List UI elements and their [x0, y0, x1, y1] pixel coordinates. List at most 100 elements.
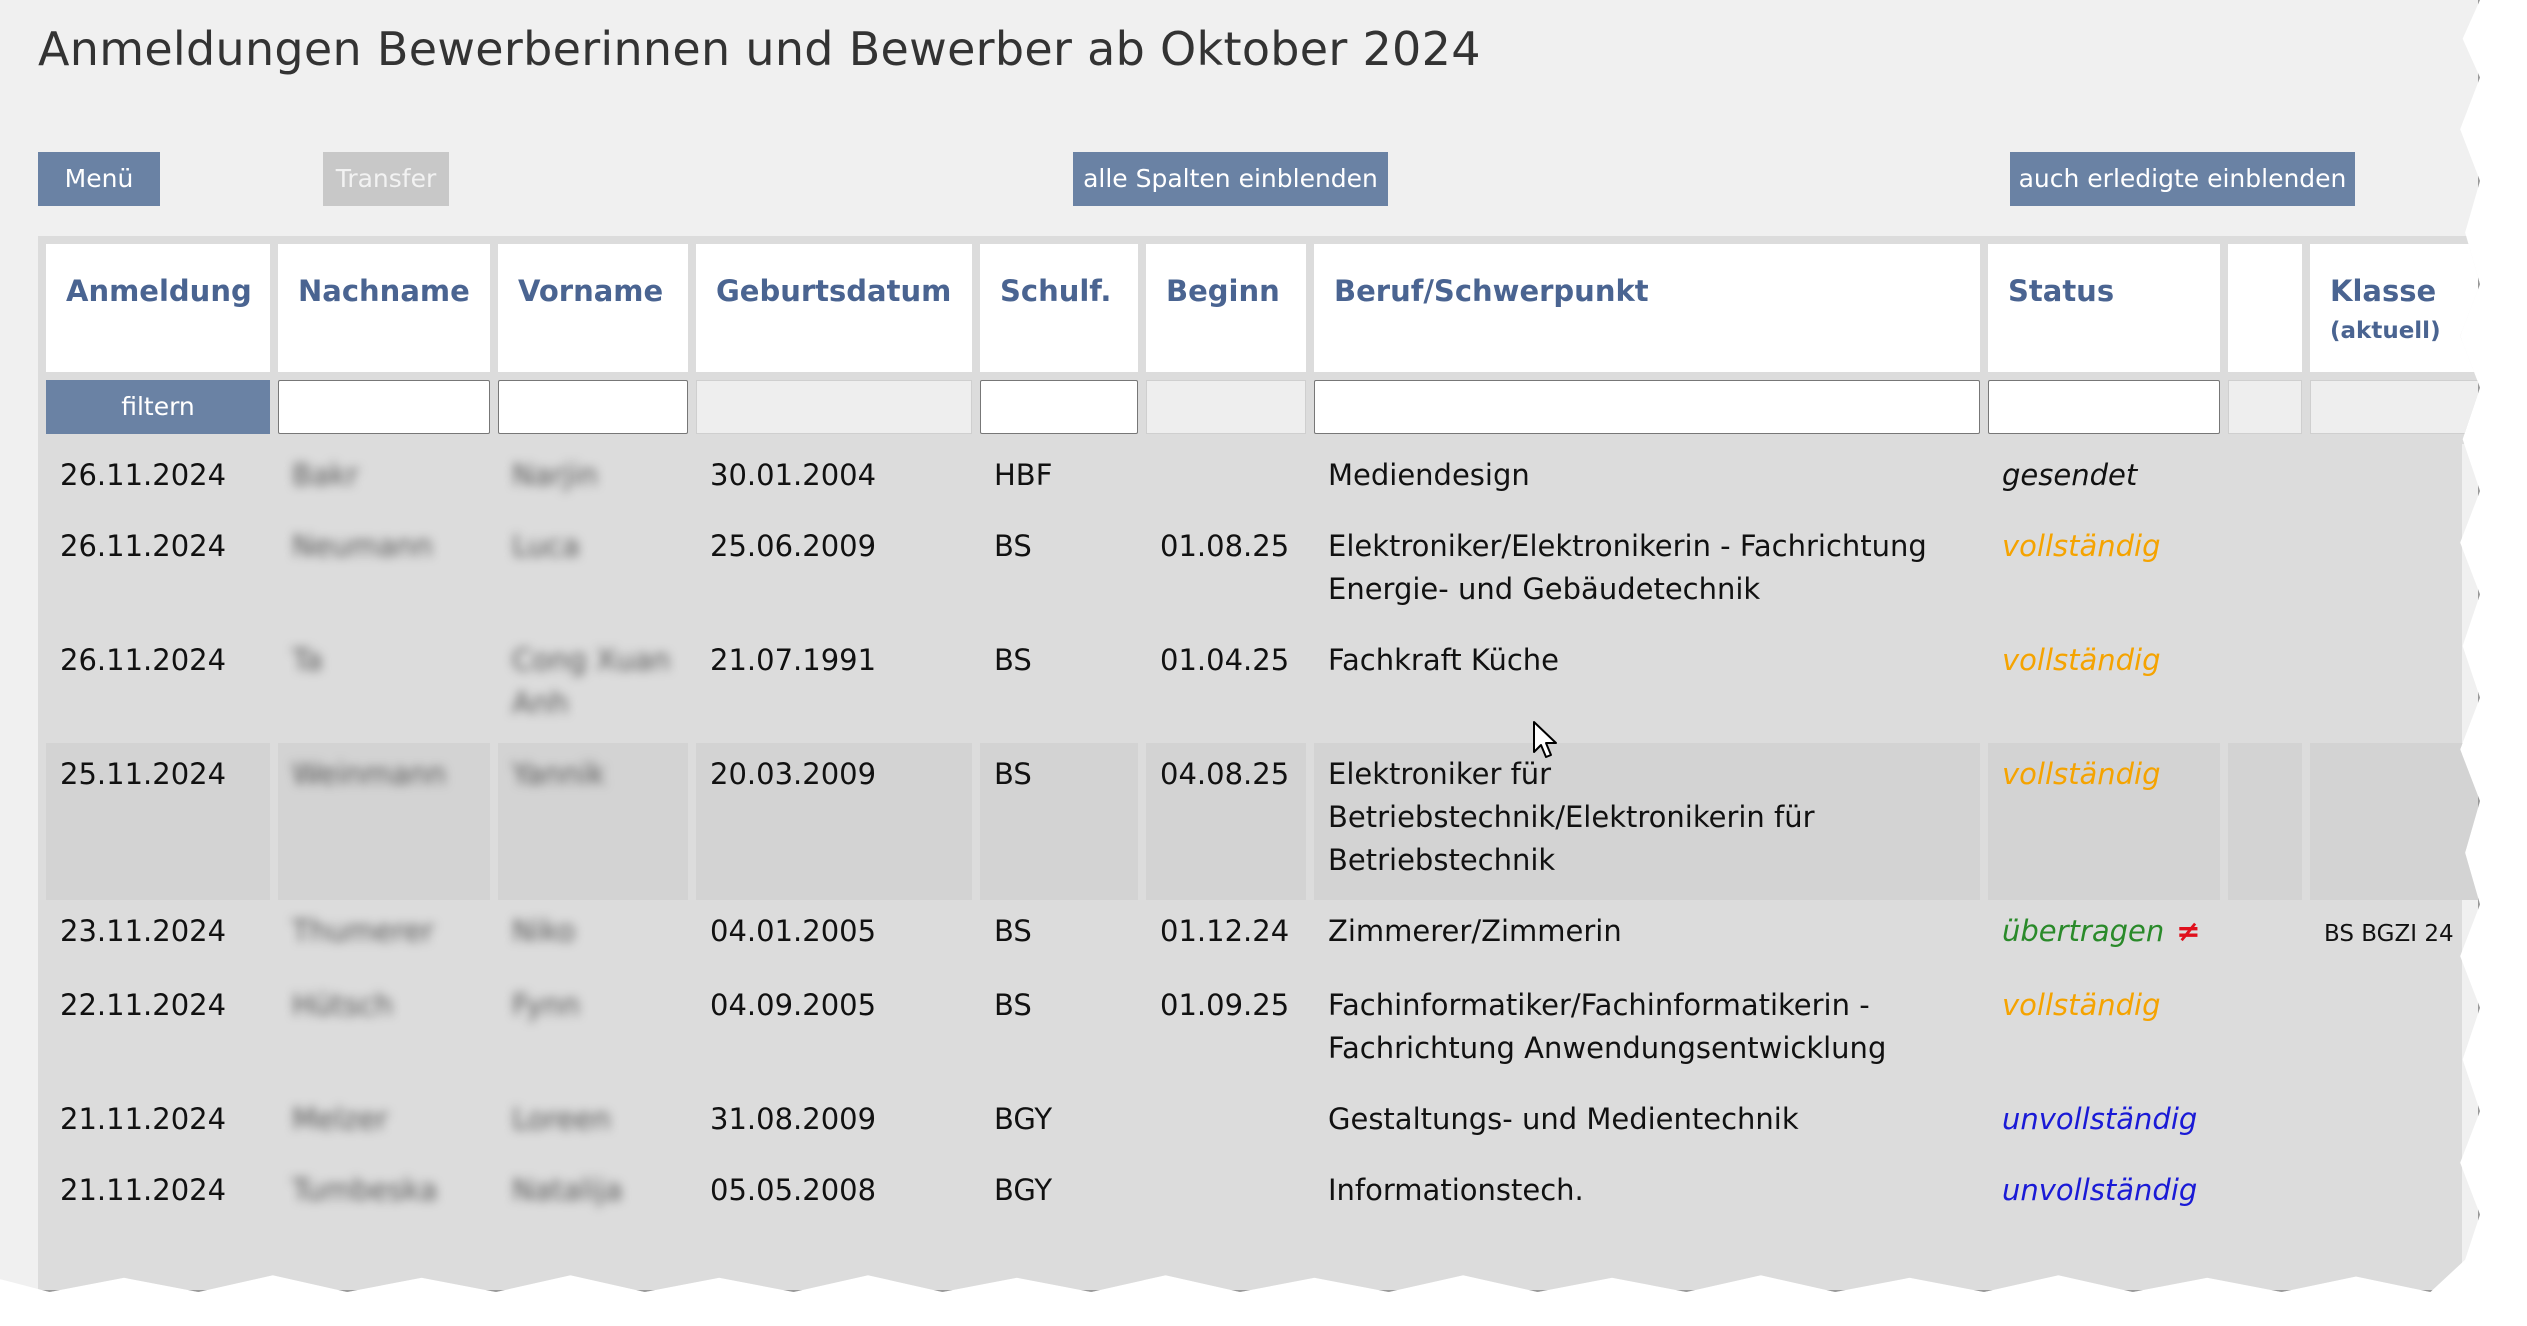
cell-klasse: BS BGZI 24 [2310, 900, 2478, 974]
table-row[interactable]: 26.11.2024 Ta Cong Xuan Anh 21.07.1991 BS 01.… [46, 629, 2478, 743]
mismatch-icon: ≠ [2176, 914, 2201, 948]
cell-schulform-text: BGY [994, 1173, 1053, 1207]
cell-anmeldung-text: 25.11.2024 [60, 757, 227, 791]
cell-klasse [2310, 743, 2478, 900]
filter-klasse-empty [2310, 380, 2478, 434]
show-completed-button[interactable]: auch erledigte einblenden [2010, 152, 2355, 206]
cell-nachname: Tumbeska [278, 1159, 490, 1230]
cell-beginn: 01.12.24 [1146, 900, 1306, 974]
menu-button[interactable]: Menü [38, 152, 160, 206]
header-klasse-label: Klasse [2330, 274, 2437, 308]
cell-anmeldung: 26.11.2024 [46, 444, 270, 515]
cell-vorname: Cong Xuan Anh [498, 629, 688, 743]
cell-beruf-text: Zimmerer/Zimmerin [1328, 914, 1622, 948]
table-body: 26.11.2024 Bakr Narjin 30.01.2004 HBF Mediend… [46, 444, 2478, 1230]
cell-beruf-text: Informationstech. [1328, 1173, 1584, 1207]
cell-vorname: Fynn [498, 974, 688, 1088]
cell-schulform-text: BS [994, 914, 1032, 948]
header-nachname[interactable]: Nachname [278, 236, 490, 372]
cell-beruf: Mediendesign [1314, 444, 1980, 515]
cell-status: übertragen ≠ [1988, 900, 2220, 974]
show-all-columns-button[interactable]: alle Spalten einblenden [1073, 152, 1388, 206]
filter-vorname-input[interactable] [498, 380, 688, 434]
filter-status-input[interactable] [1988, 380, 2220, 434]
cell-schulform-text: BS [994, 757, 1032, 791]
header-anmeldung[interactable]: Anmeldung [46, 236, 270, 372]
cell-schulform: HBF [980, 444, 1138, 515]
table-row[interactable]: 26.11.2024 Bakr Narjin 30.01.2004 HBF Mediend… [46, 444, 2478, 515]
header-extra [2228, 236, 2302, 372]
filter-schulform-input[interactable] [980, 380, 1138, 434]
header-geburtsdatum[interactable]: Geburtsdatum [696, 236, 972, 372]
cell-beginn-text: 04.08.25 [1160, 757, 1290, 791]
cell-beginn [1146, 1159, 1306, 1230]
cell-beginn-text: 01.12.24 [1160, 914, 1290, 948]
cell-extra [2228, 743, 2302, 900]
cell-geburtsdatum-text: 30.01.2004 [710, 458, 877, 492]
cell-klasse-text: BS BGZI 24 [2324, 921, 2454, 947]
cell-geburtsdatum: 04.01.2005 [696, 900, 972, 974]
cell-beginn [1146, 444, 1306, 515]
page-title: Anmeldungen Bewerberinnen und Bewerber a… [38, 22, 1481, 76]
cell-vorname-text: Yannik [512, 757, 606, 791]
cell-geburtsdatum-text: 04.09.2005 [710, 988, 877, 1022]
cell-beruf-text: Elektroniker/Elektronikerin - Fachrichtu… [1328, 529, 1927, 606]
cell-geburtsdatum-text: 04.01.2005 [710, 914, 877, 948]
cell-beruf-text: Elektroniker für Betriebstechnik/Elektro… [1328, 757, 1815, 877]
filter-beruf-input[interactable] [1314, 380, 1980, 434]
cell-beginn: 01.09.25 [1146, 974, 1306, 1088]
cell-geburtsdatum: 25.06.2009 [696, 515, 972, 629]
cell-klasse [2310, 515, 2478, 629]
filter-nachname-input[interactable] [278, 380, 490, 434]
cell-vorname-text: Loreen [512, 1102, 611, 1136]
cell-extra [2228, 1088, 2302, 1159]
cell-vorname-text: Fynn [512, 988, 580, 1022]
cell-beruf-text: Gestaltungs- und Medientechnik [1328, 1102, 1799, 1136]
cell-extra [2228, 1159, 2302, 1230]
cell-nachname-text: Thumerer [292, 914, 434, 948]
header-klasse[interactable]: Klasse (aktuell) [2310, 236, 2478, 372]
status-text: vollständig [2002, 529, 2161, 563]
cell-geburtsdatum: 04.09.2005 [696, 974, 972, 1088]
header-vorname[interactable]: Vorname [498, 236, 688, 372]
table-row[interactable]: 21.11.2024 Melzer Loreen 31.08.2009 BGY Gesta… [46, 1088, 2478, 1159]
cell-status: vollständig [1988, 974, 2220, 1088]
cell-geburtsdatum-text: 05.05.2008 [710, 1173, 877, 1207]
cell-anmeldung-text: 26.11.2024 [60, 643, 227, 677]
cell-status: vollständig [1988, 743, 2220, 900]
cell-klasse [2310, 1159, 2478, 1230]
header-beginn[interactable]: Beginn [1146, 236, 1306, 372]
table-row[interactable]: 26.11.2024 Neumann Luca 25.06.2009 BS 01.08.2… [46, 515, 2478, 629]
cell-geburtsdatum-text: 21.07.1991 [710, 643, 877, 677]
cell-anmeldung-text: 26.11.2024 [60, 458, 227, 492]
filter-button[interactable]: filtern [46, 380, 270, 434]
cell-schulform: BGY [980, 1088, 1138, 1159]
table-row[interactable]: 21.11.2024 Tumbeska Natalija 05.05.2008 BGY I… [46, 1159, 2478, 1230]
cell-vorname: Niko [498, 900, 688, 974]
cell-geburtsdatum: 30.01.2004 [696, 444, 972, 515]
header-schulform[interactable]: Schulf. [980, 236, 1138, 372]
cell-beruf: Fachinformatiker/Fachinformatikerin - Fa… [1314, 974, 1980, 1088]
cell-klasse [2310, 974, 2478, 1088]
table-row[interactable]: 25.11.2024 Weinmann Yannik 20.03.2009 BS 04.0… [46, 743, 2478, 900]
cell-anmeldung: 23.11.2024 [46, 900, 270, 974]
cell-geburtsdatum: 31.08.2009 [696, 1088, 972, 1159]
cell-nachname: Bakr [278, 444, 490, 515]
cell-anmeldung: 25.11.2024 [46, 743, 270, 900]
header-beruf[interactable]: Beruf/Schwerpunkt [1314, 236, 1980, 372]
table-row[interactable]: 23.11.2024 Thumerer Niko 04.01.2005 BS 01.12.… [46, 900, 2478, 974]
cell-schulform-text: BS [994, 988, 1032, 1022]
header-klasse-sublabel: (aktuell) [2330, 318, 2441, 344]
cell-status: unvollständig [1988, 1088, 2220, 1159]
transfer-button[interactable]: Transfer [323, 152, 449, 206]
cell-anmeldung-text: 23.11.2024 [60, 914, 227, 948]
filter-row: filtern [46, 372, 2478, 444]
cell-anmeldung: 26.11.2024 [46, 515, 270, 629]
cell-vorname: Natalija [498, 1159, 688, 1230]
header-status[interactable]: Status [1988, 236, 2220, 372]
table-row[interactable]: 22.11.2024 Hütsch Fynn 04.09.2005 BS 01.09.25… [46, 974, 2478, 1088]
cell-beginn [1146, 1088, 1306, 1159]
status-text: vollständig [2002, 643, 2161, 677]
cell-status: gesendet [1988, 444, 2220, 515]
cell-extra [2228, 515, 2302, 629]
